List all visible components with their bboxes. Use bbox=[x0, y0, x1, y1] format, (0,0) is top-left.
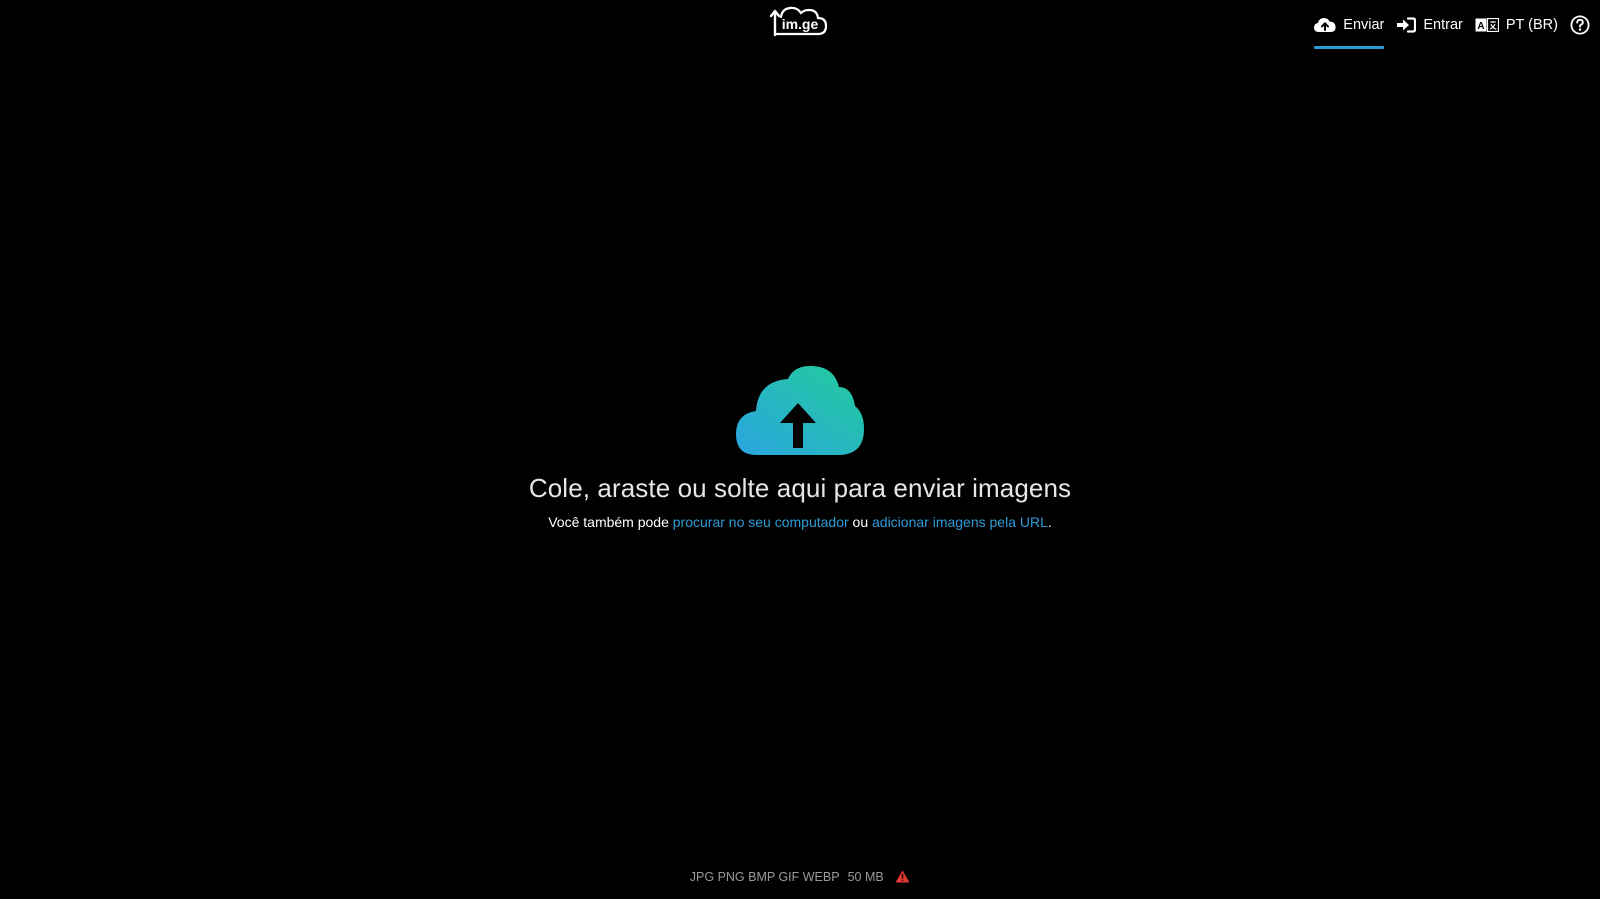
top-bar: im.ge Enviar Entrar A PT (BR) bbox=[0, 0, 1600, 50]
sub-suffix: . bbox=[1047, 514, 1052, 530]
sub-mid: ou bbox=[848, 514, 872, 530]
nav-upload[interactable]: Enviar bbox=[1314, 1, 1385, 49]
sign-in-icon bbox=[1396, 17, 1417, 33]
upload-limits: JPG PNG BMP GIF WEBP 50 MB bbox=[0, 870, 1600, 884]
warning-triangle-icon[interactable] bbox=[895, 870, 910, 883]
nav-upload-label: Enviar bbox=[1343, 17, 1385, 33]
allowed-formats: JPG PNG BMP GIF WEBP bbox=[689, 870, 840, 884]
browse-computer-link[interactable]: procurar no seu computador bbox=[673, 514, 849, 530]
help-circle-icon bbox=[1570, 15, 1590, 35]
top-nav: Enviar Entrar A PT (BR) bbox=[1302, 0, 1590, 50]
upload-subtext: Você também pode procurar no seu computa… bbox=[0, 514, 1600, 530]
nav-language[interactable]: A PT (BR) bbox=[1475, 1, 1558, 49]
max-file-size: 50 MB bbox=[847, 870, 884, 884]
svg-text:A: A bbox=[1477, 21, 1484, 32]
cloud-upload-icon bbox=[1314, 17, 1336, 33]
upload-dropzone[interactable]: Cole, araste ou solte aqui para enviar i… bbox=[0, 365, 1600, 530]
upload-headline: Cole, araste ou solte aqui para enviar i… bbox=[528, 473, 1072, 503]
logo-text: im.ge bbox=[782, 16, 819, 32]
im-ge-logo[interactable]: im.ge bbox=[768, 4, 830, 40]
help-button[interactable] bbox=[1570, 1, 1590, 49]
language-icon: A bbox=[1475, 18, 1499, 32]
nav-login-label: Entrar bbox=[1423, 17, 1463, 33]
nav-login[interactable]: Entrar bbox=[1396, 1, 1463, 49]
cloud-upload-icon[interactable] bbox=[736, 365, 864, 459]
sub-prefix: Você também pode bbox=[548, 514, 673, 530]
nav-language-label: PT (BR) bbox=[1505, 17, 1558, 33]
add-by-url-link[interactable]: adicionar imagens pela URL bbox=[872, 514, 1048, 530]
